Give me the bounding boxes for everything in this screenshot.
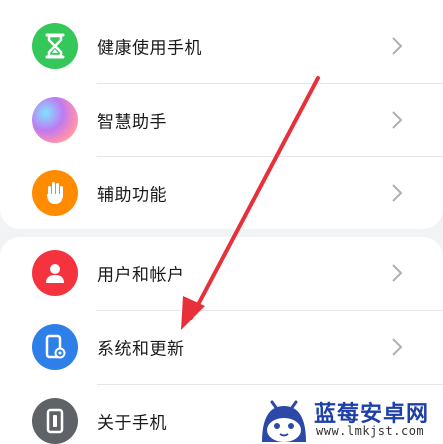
menu-item-label: 辅助功能: [97, 185, 167, 206]
menu-item-label: 关于手机: [97, 413, 167, 434]
hourglass-icon: [32, 23, 78, 69]
menu-item-label: 智慧助手: [97, 112, 167, 133]
menu-item-accessibility[interactable]: 辅助功能: [0, 157, 443, 229]
chevron-right-icon: [392, 264, 403, 282]
phone-icon: [32, 398, 78, 444]
user-icon: [32, 250, 78, 296]
assistant-orb-icon: [32, 97, 78, 143]
watermark: 蓝莓安卓网 www.lmkjst.com: [258, 392, 443, 444]
watermark-url: www.lmkjst.com: [316, 424, 425, 438]
chevron-right-icon: [392, 338, 403, 356]
menu-item-label: 系统和更新: [97, 339, 185, 360]
hand-icon: [32, 170, 78, 216]
chevron-right-icon: [392, 111, 403, 129]
settings-group-1: 健康使用手机 智慧助手 辅助功能: [0, 0, 443, 229]
chevron-right-icon: [392, 37, 403, 55]
menu-item-users-accounts[interactable]: 用户和帐户: [0, 237, 443, 309]
menu-item-assistant[interactable]: 智慧助手: [0, 84, 443, 156]
android-mascot-logo: [262, 400, 306, 442]
menu-item-health[interactable]: 健康使用手机: [0, 10, 443, 82]
phone-settings-icon: [32, 324, 78, 370]
chevron-right-icon: [392, 184, 403, 202]
menu-item-system-update[interactable]: 系统和更新: [0, 311, 443, 383]
menu-item-label: 用户和帐户: [97, 265, 185, 286]
menu-item-label: 健康使用手机: [97, 38, 202, 59]
